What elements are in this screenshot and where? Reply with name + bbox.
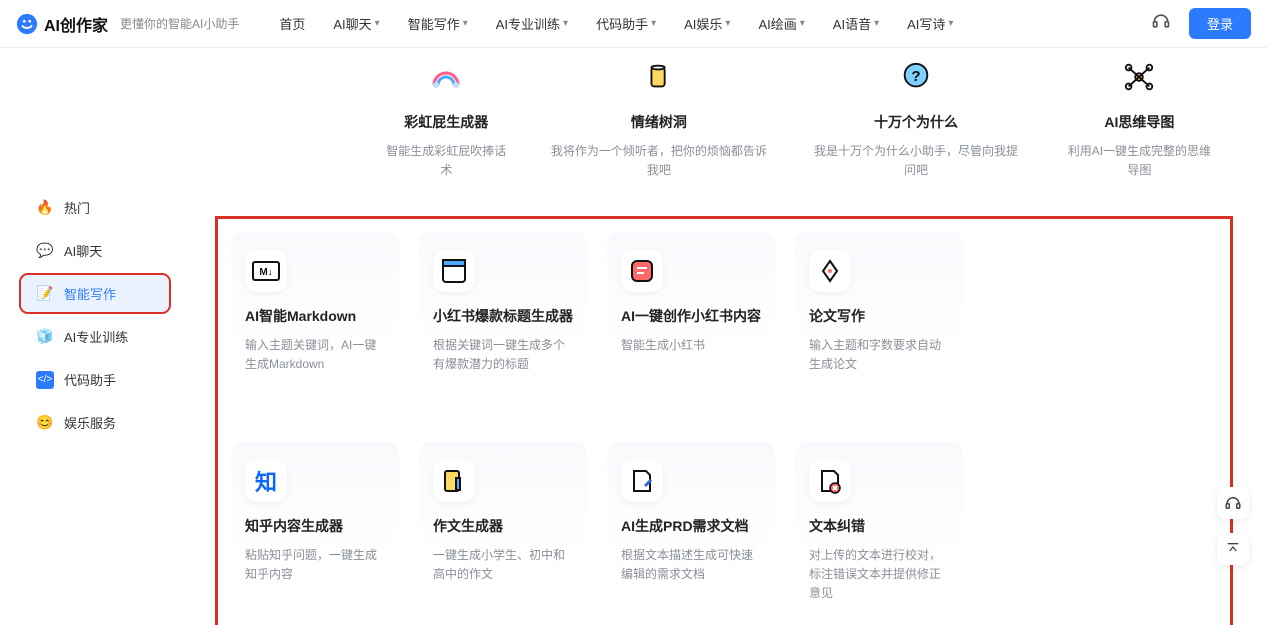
nav-entertain[interactable]: AI娱乐▾ bbox=[684, 14, 730, 33]
back-to-top-button[interactable] bbox=[1217, 533, 1249, 565]
logo[interactable]: AI创作家 bbox=[16, 12, 108, 36]
edit-icon: 📝 bbox=[36, 285, 54, 303]
rainbow-icon bbox=[425, 56, 467, 98]
card-emotion[interactable]: 情绪树洞 我将作为一个倾听者，把你的烦恼都告诉我吧 bbox=[537, 56, 780, 196]
nav-poem[interactable]: AI写诗▾ bbox=[907, 14, 953, 33]
float-support-button[interactable] bbox=[1217, 487, 1249, 519]
chat-icon: 💬 bbox=[36, 242, 54, 260]
login-button[interactable]: 登录 bbox=[1189, 8, 1251, 39]
chevron-down-icon: ▾ bbox=[948, 18, 953, 29]
card-markdown[interactable]: M↓ AI智能Markdown 输入主题关键词，AI一键生成Markdown bbox=[231, 232, 399, 422]
note-icon bbox=[621, 250, 663, 292]
smile-icon: 😊 bbox=[36, 414, 54, 432]
nav-voice[interactable]: AI语音▾ bbox=[833, 14, 879, 33]
nav-home[interactable]: 首页 bbox=[279, 14, 305, 33]
doc-pencil-icon bbox=[433, 460, 475, 502]
card-why[interactable]: ? 十万个为什么 我是十万个为什么小助手，尽管向我提问吧 bbox=[800, 56, 1032, 196]
cup-icon bbox=[638, 56, 680, 98]
card-xhs-content[interactable]: AI一键创作小红书内容 智能生成小红书 bbox=[607, 232, 775, 422]
nav-code[interactable]: 代码助手▾ bbox=[596, 14, 656, 33]
code-icon: </> bbox=[36, 371, 54, 389]
card-correct[interactable]: 文本纠错 对上传的文本进行校对，标注错误文本并提供修正意见 bbox=[795, 442, 963, 625]
card-prd[interactable]: AI生成PRD需求文档 根据文本描述生成可快速编辑的需求文档 bbox=[607, 442, 775, 625]
cube-icon: 🧊 bbox=[36, 328, 54, 346]
chevron-down-icon: ▾ bbox=[874, 18, 879, 29]
nav-paint[interactable]: AI绘画▾ bbox=[758, 14, 804, 33]
markdown-icon: M↓ bbox=[245, 250, 287, 292]
top-nav: 首页 AI聊天▾ 智能写作▾ AI专业训练▾ 代码助手▾ AI娱乐▾ AI绘画▾… bbox=[279, 14, 953, 33]
slogan: 更懂你的智能AI小助手 bbox=[120, 15, 239, 32]
zhihu-icon: 知 bbox=[245, 460, 287, 502]
card-xhs-title[interactable]: 小红书爆款标题生成器 根据关键词一键生成多个有爆款潜力的标题 bbox=[419, 232, 587, 422]
chevron-down-icon: ▾ bbox=[725, 18, 730, 29]
mindmap-icon bbox=[1118, 56, 1160, 98]
nav-training[interactable]: AI专业训练▾ bbox=[496, 14, 568, 33]
brand-name: AI创作家 bbox=[44, 12, 108, 36]
chevron-down-icon: ▾ bbox=[651, 18, 656, 29]
svg-text:?: ? bbox=[911, 68, 920, 85]
window-icon bbox=[433, 250, 475, 292]
card-zhihu[interactable]: 知 知乎内容生成器 粘贴知乎问题，一键生成知乎内容 bbox=[231, 442, 399, 625]
sidebar-item-code[interactable]: </>代码助手 bbox=[20, 360, 170, 399]
chevron-down-icon: ▾ bbox=[463, 18, 468, 29]
nav-smartwrite[interactable]: 智能写作▾ bbox=[408, 14, 468, 33]
top-row: 彩虹屁生成器 智能生成彩虹屁吹捧话术 情绪树洞 我将作为一个倾听者，把你的烦恼都… bbox=[375, 56, 1227, 196]
sidebar-item-smartwrite[interactable]: 📝智能写作 bbox=[20, 274, 170, 313]
sidebar-item-training[interactable]: 🧊AI专业训练 bbox=[20, 317, 170, 356]
card-mindmap[interactable]: AI思维导图 利用AI一键生成完整的思维导图 bbox=[1052, 56, 1227, 196]
sidebar-item-entertain[interactable]: 😊娱乐服务 bbox=[20, 403, 170, 442]
card-thesis[interactable]: 论文写作 输入主题和字数要求自动生成论文 bbox=[795, 232, 963, 422]
card-grid: M↓ AI智能Markdown 输入主题关键词，AI一键生成Markdown 小… bbox=[215, 216, 1227, 625]
card-essay[interactable]: 作文生成器 一键生成小学生、初中和高中的作文 bbox=[419, 442, 587, 625]
chevron-down-icon: ▾ bbox=[375, 18, 380, 29]
svg-text:M↓: M↓ bbox=[259, 267, 272, 278]
sidebar-item-aichat[interactable]: 💬AI聊天 bbox=[20, 231, 170, 270]
doc-error-icon bbox=[809, 460, 851, 502]
content-area: 彩虹屁生成器 智能生成彩虹屁吹捧话术 情绪树洞 我将作为一个倾听者，把你的烦恼都… bbox=[215, 48, 1267, 625]
doc-edit-icon bbox=[621, 460, 663, 502]
chevron-down-icon: ▾ bbox=[800, 18, 805, 29]
float-buttons bbox=[1217, 487, 1249, 565]
logo-icon bbox=[16, 13, 38, 35]
card-rainbow[interactable]: 彩虹屁生成器 智能生成彩虹屁吹捧话术 bbox=[375, 56, 517, 196]
sidebar: 🔥热门 💬AI聊天 📝智能写作 🧊AI专业训练 </>代码助手 😊娱乐服务 bbox=[0, 48, 215, 625]
top-bar: AI创作家 更懂你的智能AI小助手 首页 AI聊天▾ 智能写作▾ AI专业训练▾… bbox=[0, 0, 1267, 48]
nav-aichat[interactable]: AI聊天▾ bbox=[333, 14, 379, 33]
chevron-down-icon: ▾ bbox=[563, 18, 568, 29]
support-icon[interactable] bbox=[1151, 11, 1171, 36]
fire-icon: 🔥 bbox=[36, 199, 54, 217]
question-icon: ? bbox=[895, 56, 937, 98]
pen-icon bbox=[809, 250, 851, 292]
sidebar-item-hot[interactable]: 🔥热门 bbox=[20, 188, 170, 227]
